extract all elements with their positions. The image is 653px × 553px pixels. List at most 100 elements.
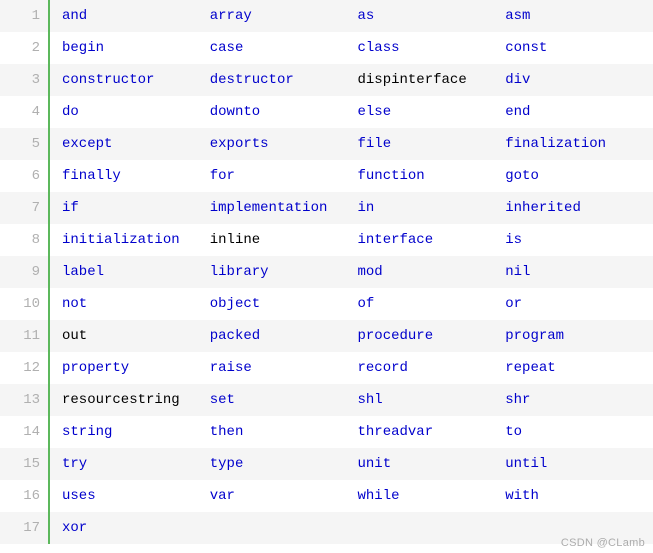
code-row: 15trytypeunituntil <box>0 448 653 480</box>
keyword-cell: finally <box>62 168 210 184</box>
keyword-cell: until <box>505 456 653 472</box>
keyword-cell: do <box>62 104 210 120</box>
code-container: 1andarrayasasm2begincaseclassconst3const… <box>0 0 653 544</box>
keyword-cell: except <box>62 136 210 152</box>
keyword-cell: class <box>358 40 506 56</box>
keyword-cell: resourcestring <box>62 392 210 408</box>
keyword-cell: with <box>505 488 653 504</box>
keyword-cell: downto <box>210 104 358 120</box>
code-row: 11outpackedprocedureprogram <box>0 320 653 352</box>
code-cells: stringthenthreadvarto <box>50 424 653 440</box>
keyword-cell: set <box>210 392 358 408</box>
line-number: 17 <box>0 520 48 536</box>
code-cells: constructordestructordispinterfacediv <box>50 72 653 88</box>
keyword-cell: as <box>358 8 506 24</box>
keyword-cell: record <box>358 360 506 376</box>
line-number: 3 <box>0 72 48 88</box>
keyword-cell: array <box>210 8 358 24</box>
keyword-cell: string <box>62 424 210 440</box>
keyword-cell: begin <box>62 40 210 56</box>
keyword-cell: out <box>62 328 210 344</box>
keyword-cell: program <box>505 328 653 344</box>
keyword-cell: asm <box>505 8 653 24</box>
keyword-cell: exports <box>210 136 358 152</box>
code-row: 10notobjectofor <box>0 288 653 320</box>
code-cells: resourcestringsetshlshr <box>50 392 653 408</box>
keyword-cell: is <box>505 232 653 248</box>
keyword-cell: of <box>358 296 506 312</box>
keyword-cell: nil <box>505 264 653 280</box>
keyword-cell <box>210 520 358 536</box>
code-cells: usesvarwhilewith <box>50 488 653 504</box>
code-cells: trytypeunituntil <box>50 456 653 472</box>
code-row: 17 xor <box>0 512 653 544</box>
keyword-cell: destructor <box>210 72 358 88</box>
keyword-cell: dispinterface <box>358 72 506 88</box>
keyword-cell: finalization <box>505 136 653 152</box>
code-row: 4dodowntoelseend <box>0 96 653 128</box>
keyword-cell: then <box>210 424 358 440</box>
keyword-cell: packed <box>210 328 358 344</box>
keyword-cell: inline <box>210 232 358 248</box>
keyword-cell: constructor <box>62 72 210 88</box>
line-number: 1 <box>0 8 48 24</box>
line-number: 4 <box>0 104 48 120</box>
watermark: CSDN @CLamb <box>561 537 645 549</box>
code-cells: initializationinlineinterfaceis <box>50 232 653 248</box>
line-number: 12 <box>0 360 48 376</box>
keyword-cell: while <box>358 488 506 504</box>
line-number: 15 <box>0 456 48 472</box>
keyword-cell: or <box>505 296 653 312</box>
code-row: 8initializationinlineinterfaceis <box>0 224 653 256</box>
code-cells: ifimplementationininherited <box>50 200 653 216</box>
line-number: 6 <box>0 168 48 184</box>
keyword-cell: shl <box>358 392 506 408</box>
keyword-cell: unit <box>358 456 506 472</box>
line-number: 8 <box>0 232 48 248</box>
keyword-cell: label <box>62 264 210 280</box>
keyword-cell: file <box>358 136 506 152</box>
code-row: 2begincaseclassconst <box>0 32 653 64</box>
line-number: 13 <box>0 392 48 408</box>
keyword-cell: var <box>210 488 358 504</box>
keyword-cell <box>505 520 653 536</box>
line-number: 10 <box>0 296 48 312</box>
keyword-cell: end <box>505 104 653 120</box>
code-row: 6finallyforfunctiongoto <box>0 160 653 192</box>
keyword-cell: try <box>62 456 210 472</box>
keyword-cell: object <box>210 296 358 312</box>
keyword-cell: repeat <box>505 360 653 376</box>
keyword-cell: uses <box>62 488 210 504</box>
keyword-cell: interface <box>358 232 506 248</box>
keyword-cell: goto <box>505 168 653 184</box>
code-cells: outpackedprocedureprogram <box>50 328 653 344</box>
keyword-cell: shr <box>505 392 653 408</box>
code-cells: begincaseclassconst <box>50 40 653 56</box>
line-number: 14 <box>0 424 48 440</box>
keyword-cell: procedure <box>358 328 506 344</box>
line-number: 11 <box>0 328 48 344</box>
code-row: 3constructordestructordispinterfacediv <box>0 64 653 96</box>
code-cells: notobjectofor <box>50 296 653 312</box>
line-number: 2 <box>0 40 48 56</box>
line-number: 16 <box>0 488 48 504</box>
keyword-cell: implementation <box>210 200 358 216</box>
code-row: 13resourcestringsetshlshr <box>0 384 653 416</box>
keyword-cell: for <box>210 168 358 184</box>
keyword-cell: library <box>210 264 358 280</box>
keyword-cell: not <box>62 296 210 312</box>
keyword-cell: threadvar <box>358 424 506 440</box>
keyword-cell: if <box>62 200 210 216</box>
keyword-cell: and <box>62 8 210 24</box>
line-number: 7 <box>0 200 48 216</box>
keyword-cell: xor <box>62 520 210 536</box>
keyword-cell: mod <box>358 264 506 280</box>
code-cells: andarrayasasm <box>50 8 653 24</box>
keyword-cell <box>358 520 506 536</box>
keyword-cell: property <box>62 360 210 376</box>
code-cells: xor <box>50 520 653 536</box>
keyword-cell: to <box>505 424 653 440</box>
code-row: 1andarrayasasm <box>0 0 653 32</box>
keyword-cell: div <box>505 72 653 88</box>
code-cells: propertyraiserecordrepeat <box>50 360 653 376</box>
